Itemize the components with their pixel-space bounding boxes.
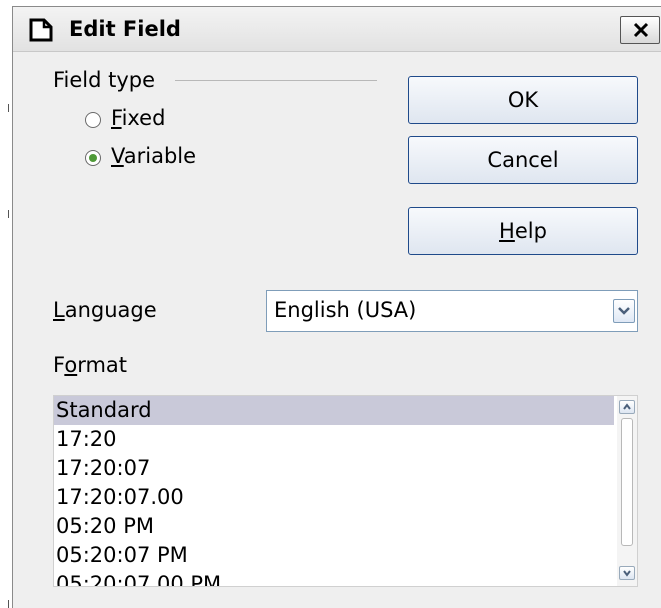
scroll-down-button[interactable] — [619, 566, 635, 580]
field-type-frame-line — [175, 80, 377, 81]
edge-tick — [8, 104, 9, 112]
format-label: Format — [53, 353, 128, 377]
chevron-down-icon — [618, 307, 630, 315]
document-icon — [29, 18, 53, 42]
format-list-item[interactable]: 17:20 — [54, 425, 614, 454]
format-list-item[interactable]: 05:20:07.00 PM — [54, 570, 614, 586]
language-select[interactable]: English (USA) — [266, 290, 638, 332]
chevron-up-icon — [623, 403, 631, 410]
format-list-item[interactable]: 05:20 PM — [54, 512, 614, 541]
format-scrollbar[interactable] — [617, 396, 637, 586]
close-button[interactable] — [620, 16, 660, 44]
fixed-radio-label[interactable]: Fixed — [111, 106, 165, 130]
close-icon — [633, 22, 649, 38]
format-list-item[interactable]: 05:20:07 PM — [54, 541, 614, 570]
ok-button[interactable]: OK — [408, 76, 638, 124]
scroll-thumb[interactable] — [621, 418, 633, 546]
language-dropdown-button[interactable] — [613, 299, 635, 323]
language-label: Language — [53, 298, 157, 322]
cancel-button[interactable]: Cancel — [408, 136, 638, 184]
format-list-item[interactable]: Standard — [54, 396, 614, 425]
variable-radio[interactable] — [85, 150, 101, 166]
edge-tick — [8, 210, 9, 218]
variable-radio-label[interactable]: Variable — [111, 144, 196, 168]
fixed-radio[interactable] — [85, 112, 101, 128]
field-type-label: Field type — [53, 68, 156, 92]
language-select-value: English (USA) — [274, 298, 417, 322]
format-list-item[interactable]: 17:20:07 — [54, 454, 614, 483]
dialog-title: Edit Field — [69, 17, 181, 41]
title-bar[interactable]: Edit Field — [13, 7, 661, 52]
format-listbox[interactable]: Standard 17:20 17:20:07 17:20:07.00 05:2… — [53, 395, 638, 587]
radio-selected-dot — [89, 154, 97, 162]
edit-field-dialog: Edit Field Field type Fixed Variable OK … — [12, 6, 661, 608]
format-list-item[interactable]: 17:20:07.00 — [54, 483, 614, 512]
edge-tick — [8, 600, 9, 608]
scroll-up-button[interactable] — [619, 400, 635, 414]
help-button[interactable]: Help — [408, 207, 638, 255]
chevron-down-icon — [623, 570, 631, 577]
